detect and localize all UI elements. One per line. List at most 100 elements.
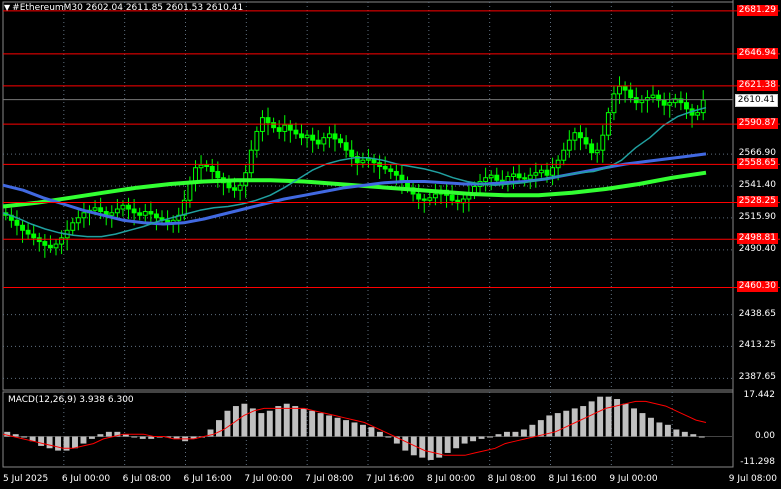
price-tick-label: 2413.25 [738,340,776,351]
macd-bar [131,436,138,438]
candle-body [126,204,131,210]
macd-axis-label: 0.00 [754,430,775,441]
macd-bar [38,436,45,446]
candle-body [449,194,455,201]
macd-bar [88,436,95,439]
macd-bar [647,417,654,437]
macd-bar [376,431,383,437]
candle-body [544,169,550,176]
time-axis-label: 7 Jul 16:00 [366,474,415,484]
candle-body [589,143,595,154]
candle-body [98,207,104,213]
macd-bar [563,410,570,437]
candle-body [226,182,232,189]
macd-axis-label: 17.442 [743,389,776,400]
macd-value: 3.938 [79,395,105,405]
candle-body [550,167,556,176]
macd-bar [520,429,527,437]
level-price-label: 2621.38 [736,79,778,91]
macd-bar [105,431,112,437]
candle-body [131,208,137,214]
candle-body [282,124,288,132]
candle-body [349,149,355,157]
candle-body [315,139,321,145]
macd-bar [681,431,688,437]
candle-body [522,177,528,180]
candle-body [120,204,126,210]
chart-window[interactable]: ▼ #EthereumM30 2602.04 2611.85 2601.53 26… [0,0,781,489]
level-price-label: 2498.81 [736,233,778,245]
macd-bar [470,436,477,442]
candle-body [488,174,494,179]
candle-body [388,168,394,172]
macd-bar [673,429,680,437]
macd-title: MACD(12,26,9) [8,395,77,405]
macd-bar [258,413,265,437]
price-tick-label: 2490.40 [738,243,776,254]
macd-bar [690,434,697,437]
candle-body [594,149,600,154]
macd-bar [292,406,299,437]
candle-body [271,122,277,129]
candle-body [628,89,634,99]
macd-bar [334,417,341,437]
candle-body [667,102,673,106]
candle-body [505,175,511,182]
macd-bar [503,431,510,437]
macd-bar [622,403,629,437]
ma-slow-line [2,170,707,209]
macd-header: MACD(12,26,9) 3.938 6.300 [8,395,134,405]
macd-bar [368,427,375,437]
candle-body [287,124,293,131]
candle-body [198,164,204,169]
symbol-ohlc: #EthereumM30 2602.04 2611.85 2601.53 261… [12,3,244,13]
candle-body [142,211,148,216]
collapse-arrow-icon[interactable]: ▼ [4,3,10,12]
candle-body [483,177,489,182]
macd-bar [478,436,485,439]
candle-body [416,193,422,200]
candle-body [326,133,332,139]
candle-body [92,207,98,211]
time-axis-label: 5 Jul 2025 [3,474,49,484]
time-axis-label: 9 Jul 00:00 [609,474,658,484]
candle-body [633,97,639,104]
candle-body [393,170,399,176]
candle-body [365,158,371,161]
price-chart[interactable] [0,0,781,489]
price-tick-label: 2438.65 [738,308,776,319]
macd-bar [343,420,349,437]
candle-body [566,139,572,151]
macd-bar [487,436,493,438]
candle-body [304,134,310,139]
level-price-label: 2460.30 [736,281,778,293]
candle-body [695,112,701,116]
candle-body [538,169,544,174]
candle-body [527,174,533,180]
candle-body [622,85,628,91]
time-axis-label: 6 Jul 00:00 [61,474,111,484]
macd-bar [588,401,595,437]
candle-body [248,149,254,174]
candle-body [661,99,667,106]
candle-body [310,134,316,141]
candle-body [137,212,143,216]
candle-body [14,219,20,226]
macd-bar [402,436,409,451]
candle-body [639,99,645,104]
macd-bar [309,410,316,437]
macd-bar [21,436,28,438]
macd-bar [360,424,366,437]
price-tick-label: 2515.90 [738,211,776,222]
candle-body [204,164,210,167]
macd-axis-label: -11.298 [740,457,775,467]
macd-bar [444,436,451,453]
candle-body [700,99,706,114]
candle-body [47,244,53,249]
macd-bar [698,436,705,438]
candle-body [516,173,522,179]
candle-body [511,173,516,177]
macd-bar [80,436,87,444]
candle-body [533,172,539,176]
candle-body [343,142,349,151]
